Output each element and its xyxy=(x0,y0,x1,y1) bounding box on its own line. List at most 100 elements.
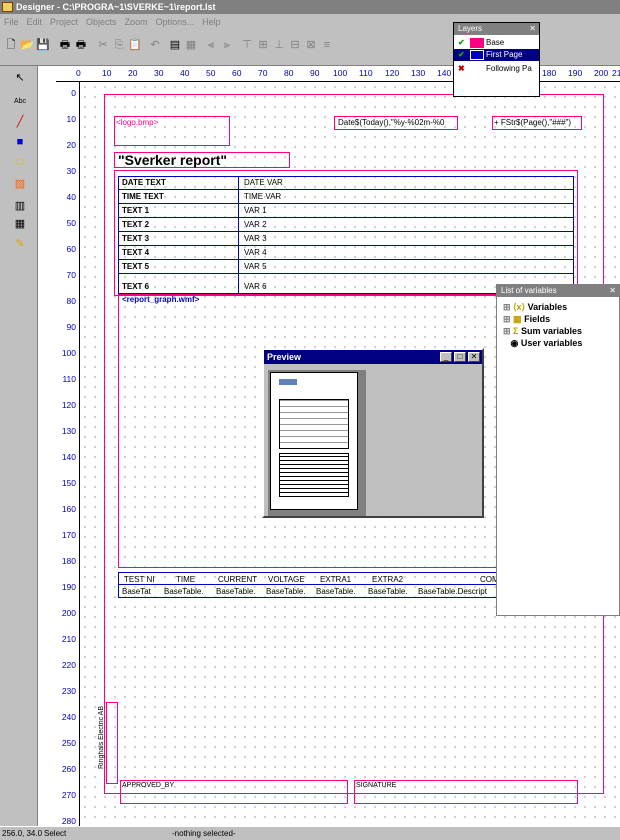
close-icon[interactable]: ✕ xyxy=(529,24,536,33)
ruler-label: 200 xyxy=(61,608,76,618)
fields-table[interactable] xyxy=(118,176,574,294)
graph-label: <report_graph.wmf> xyxy=(122,295,200,304)
table-tool-icon[interactable]: ▦ xyxy=(12,216,28,232)
menu-edit[interactable]: Edit xyxy=(23,14,47,30)
check-icon: ✔ xyxy=(458,50,465,59)
size-icon[interactable]: ⊠ xyxy=(304,38,318,52)
menu-file[interactable]: File xyxy=(0,14,23,30)
ruler-label: 160 xyxy=(61,504,76,514)
order-icon[interactable]: ≡ xyxy=(320,38,334,52)
properties-icon[interactable]: ▤ xyxy=(168,38,182,52)
formatted-text-tool-icon[interactable]: ✎ xyxy=(12,236,28,252)
ruler-label: 70 xyxy=(66,270,76,280)
variables-window[interactable]: List of variables ✕ ⊞ ⟨x⟩ Variables ⊞ ▦ … xyxy=(496,284,620,616)
table-cell: BaseTable. xyxy=(216,587,256,596)
ruler-label: 100 xyxy=(61,348,76,358)
variables-icon: ⟨x⟩ xyxy=(513,302,526,312)
menu-project[interactable]: Project xyxy=(46,14,82,30)
title-bar: Designer - C:\PROGRA~1\SVERKE~1\report.l… xyxy=(0,0,620,14)
line-tool-icon[interactable]: ╱ xyxy=(12,114,28,130)
print-preview-icon[interactable]: 🖶 xyxy=(74,38,88,52)
new-icon[interactable]: 🗋 xyxy=(4,38,18,52)
menu-help[interactable]: Help xyxy=(198,14,225,30)
app-icon xyxy=(2,2,13,12)
align-center-icon[interactable]: ⊞ xyxy=(256,38,270,52)
ruler-label: 20 xyxy=(66,140,76,150)
object-toolbar: ↖ Abc ╱ ■ ⬭ ▨ ▥ ▦ ✎ xyxy=(0,66,38,826)
row-divider xyxy=(118,189,574,190)
row-label: TEXT 6 xyxy=(122,282,150,291)
layer-base[interactable]: ✔ Base xyxy=(454,37,539,49)
layer-following-page[interactable]: ✖ Following Pa xyxy=(454,63,539,75)
ruler-label: 80 xyxy=(284,68,294,78)
side-text-object[interactable] xyxy=(106,702,118,784)
select-tool-icon[interactable]: ↖ xyxy=(12,70,28,86)
tree-item-fields[interactable]: ⊞ ▦ Fields xyxy=(503,313,550,325)
align-left-icon[interactable]: ⫷ xyxy=(204,38,218,52)
paste-icon[interactable]: 📋 xyxy=(128,38,142,52)
ruler-label: 230 xyxy=(61,686,76,696)
table-header: CURRENT xyxy=(218,575,258,584)
table-cell: BaseTable. xyxy=(266,587,306,596)
rectangle-tool-icon[interactable]: ■ xyxy=(12,134,28,150)
ellipse-tool-icon[interactable]: ⬭ xyxy=(12,154,28,170)
save-icon[interactable]: 💾 xyxy=(36,38,50,52)
align-bottom-icon[interactable]: ⊥ xyxy=(272,38,286,52)
ruler-label: 220 xyxy=(61,660,76,670)
picture-tool-icon[interactable]: ▨ xyxy=(12,176,28,192)
ruler-corner xyxy=(38,66,56,82)
table-cell: BaseTable. xyxy=(164,587,204,596)
ruler-label: 50 xyxy=(206,68,216,78)
align-right-icon[interactable]: ⫸ xyxy=(220,38,234,52)
ruler-label: 210 xyxy=(612,68,620,78)
preview-table xyxy=(279,453,349,497)
row-label: TEXT 3 xyxy=(122,234,150,243)
ruler-label: 180 xyxy=(61,556,76,566)
text-tool-icon[interactable]: Abc xyxy=(12,94,28,110)
menu-zoom[interactable]: Zoom xyxy=(121,14,152,30)
layer-first-page[interactable]: ✔ First Page xyxy=(454,49,539,61)
menu-objects[interactable]: Objects xyxy=(82,14,121,30)
row-divider xyxy=(118,203,574,204)
row-value: VAR 1 xyxy=(244,206,267,215)
side-text: Ringhals Electric AB xyxy=(98,705,106,770)
menu-options[interactable]: Options... xyxy=(152,14,199,30)
close-button[interactable]: ✕ xyxy=(468,352,480,362)
distribute-icon[interactable]: ⊟ xyxy=(288,38,302,52)
undo-icon[interactable]: ↶ xyxy=(148,38,162,52)
ruler-label: 60 xyxy=(66,244,76,254)
approved-label: APPROVED_BY xyxy=(122,782,175,789)
align-top-icon[interactable]: ⊤ xyxy=(240,38,254,52)
layers-window[interactable]: Layers ✕ ✔ Base ✔ First Page ✖ Following… xyxy=(453,22,540,97)
table-header: VOLTAGE xyxy=(268,575,305,584)
ruler-label: 90 xyxy=(66,322,76,332)
copy-icon[interactable]: ⎘ xyxy=(112,38,126,52)
table-header: EXTRA1 xyxy=(320,575,352,584)
tree-item-sum-variables[interactable]: ⊞ Σ Sum variables xyxy=(503,325,582,337)
close-icon[interactable]: ✕ xyxy=(609,286,616,295)
print-icon[interactable]: 🖶 xyxy=(58,38,72,52)
preview-window[interactable]: Preview _ □ ✕ xyxy=(262,348,484,518)
row-label: TEXT 5 xyxy=(122,262,150,271)
barcode-tool-icon[interactable]: ▥ xyxy=(12,198,28,214)
cut-icon[interactable]: ✂ xyxy=(96,38,110,52)
ruler-label: 60 xyxy=(232,68,242,78)
row-value: VAR 5 xyxy=(244,262,267,271)
maximize-button[interactable]: □ xyxy=(454,352,466,362)
layout-icon[interactable]: ▦ xyxy=(184,38,198,52)
layer-color xyxy=(470,50,484,60)
open-icon[interactable]: 📂 xyxy=(20,38,34,52)
vertical-ruler: 0 10 20 30 40 50 60 70 80 90 100 110 120… xyxy=(38,82,80,826)
preview-area xyxy=(268,370,366,516)
ruler-label: 190 xyxy=(61,582,76,592)
ruler-label: 260 xyxy=(61,764,76,774)
tree-item-user-variables[interactable]: ◉ User variables xyxy=(503,337,583,349)
minimize-button[interactable]: _ xyxy=(440,352,452,362)
row-label: TEXT 4 xyxy=(122,248,150,257)
tree-item-variables[interactable]: ⊞ ⟨x⟩ Variables xyxy=(503,301,567,313)
ruler-label: 210 xyxy=(61,634,76,644)
row-label: TEXT 1 xyxy=(122,206,150,215)
ruler-label: 140 xyxy=(61,452,76,462)
layer-color xyxy=(470,38,484,48)
ruler-label: 10 xyxy=(66,114,76,124)
